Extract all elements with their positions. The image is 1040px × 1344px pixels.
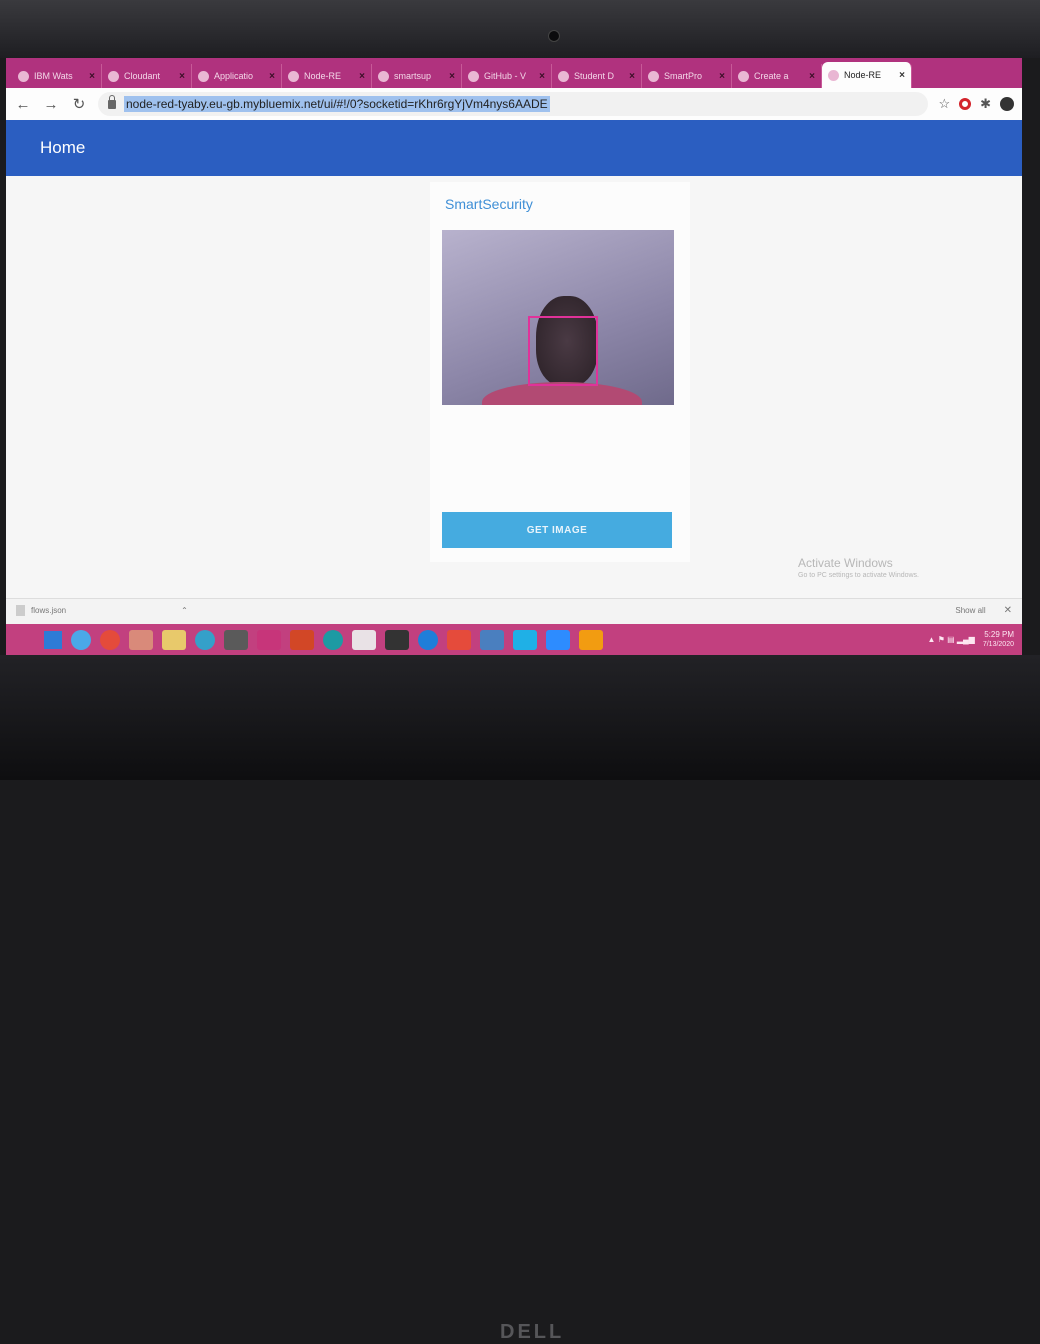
tab-label: Node-RE	[844, 70, 882, 80]
tab-close-icon[interactable]: ×	[899, 70, 905, 81]
app-icon[interactable]	[129, 629, 153, 650]
tab-label: Cloudant	[124, 71, 161, 81]
browser-toolbar: ← → ↻ node-red-tyaby.eu-gb.mybluemix.net…	[6, 88, 1022, 120]
lock-icon	[108, 94, 116, 109]
face-detection-box	[528, 316, 598, 386]
browser-tab[interactable]: Create a ×	[732, 64, 822, 88]
tab-close-icon[interactable]: ×	[269, 71, 275, 82]
watermark-subtitle: Go to PC settings to activate Windows.	[798, 572, 919, 579]
tab-close-icon[interactable]: ×	[809, 71, 815, 82]
slack-icon[interactable]	[352, 629, 376, 650]
dashboard-header: Home	[6, 120, 1022, 176]
system-tray: ▲ ⚑ ▤ ▂▄▆ 5:29 PM 7/13/2020	[928, 630, 1022, 650]
skype-icon[interactable]	[513, 629, 537, 650]
tab-close-icon[interactable]: ×	[359, 71, 365, 82]
browser-tab-active[interactable]: Node-RE ×	[822, 62, 912, 88]
laptop-screen: IBM Wats × Cloudant × Applicatio × Node-…	[6, 58, 1022, 655]
toolbar-extensions: ☆ ✱	[938, 96, 1014, 112]
chat-icon[interactable]	[195, 629, 215, 650]
browser-tab[interactable]: Cloudant ×	[102, 64, 192, 88]
tab-close-icon[interactable]: ×	[179, 71, 185, 82]
reload-icon[interactable]: ↻	[70, 95, 88, 113]
python-icon[interactable]	[480, 629, 504, 650]
tab-close-icon[interactable]: ×	[629, 71, 635, 82]
media-icon[interactable]	[257, 629, 281, 650]
arduino-icon[interactable]	[323, 629, 343, 650]
tab-close-icon[interactable]: ×	[719, 71, 725, 82]
browser-tab[interactable]: smartsup ×	[372, 64, 462, 88]
tab-label: Create a	[754, 71, 789, 81]
back-arrow-icon[interactable]: ←	[14, 95, 32, 113]
node-red-icon	[828, 69, 839, 81]
browser-tab[interactable]: GitHub - V ×	[462, 64, 552, 88]
show-all-link[interactable]: Show all	[955, 606, 985, 615]
github-icon	[468, 70, 479, 82]
tab-label: smartsup	[394, 71, 432, 81]
download-filename[interactable]: flows.json	[31, 606, 66, 615]
page-title: Home	[40, 138, 86, 157]
internet-explorer-icon[interactable]	[71, 629, 91, 650]
google-drive-icon	[378, 70, 389, 82]
forward-arrow-icon[interactable]: →	[42, 95, 60, 113]
powerpoint-icon[interactable]	[290, 629, 314, 650]
url-text[interactable]: node-red-tyaby.eu-gb.mybluemix.net/ui/#!…	[124, 96, 550, 112]
group-title: SmartSecurity	[445, 196, 533, 212]
node-red-icon	[288, 70, 299, 82]
tab-close-icon[interactable]: ×	[89, 71, 95, 82]
browser-tab[interactable]: IBM Wats ×	[12, 64, 102, 88]
photos-icon[interactable]	[385, 629, 409, 650]
clock-time: 5:29 PM	[984, 629, 1014, 639]
windows-taskbar: ▲ ⚑ ▤ ▂▄▆ 5:29 PM 7/13/2020	[6, 624, 1022, 655]
gmail-icon	[648, 70, 659, 82]
browser-tab[interactable]: Node-RE ×	[282, 64, 372, 88]
laptop-bezel-top	[0, 0, 1040, 58]
tab-label: Applicatio	[214, 71, 254, 81]
globe-icon	[558, 70, 569, 82]
file-explorer-icon[interactable]	[162, 629, 186, 650]
file-icon	[16, 605, 25, 616]
tab-close-icon[interactable]: ×	[449, 71, 455, 82]
smartsecurity-group: SmartSecurity GET IMAGE	[430, 182, 690, 562]
cloudant-icon	[108, 70, 119, 82]
clock-date: 7/13/2020	[982, 640, 1014, 648]
tab-label: GitHub - V	[484, 71, 527, 81]
opera-icon[interactable]	[959, 98, 972, 110]
webcam-lens	[548, 30, 560, 42]
anydesk-icon[interactable]	[447, 629, 471, 650]
calendar-icon[interactable]	[224, 629, 248, 650]
browser-tab[interactable]: Student D ×	[552, 64, 642, 88]
browser-tab[interactable]: Applicatio ×	[192, 64, 282, 88]
laptop-bezel-bottom: DELL	[0, 655, 1040, 1343]
chrome-icon[interactable]	[100, 629, 120, 650]
browser-tab-strip: IBM Wats × Cloudant × Applicatio × Node-…	[6, 58, 1022, 88]
tab-label: Student D	[574, 71, 615, 81]
camera-snapshot	[442, 230, 674, 405]
bookmark-star-icon[interactable]: ☆	[938, 96, 950, 112]
clock[interactable]: 5:29 PM 7/13/2020	[983, 630, 1014, 650]
tab-label: IBM Wats	[34, 71, 73, 81]
tab-label: Node-RE	[304, 71, 342, 81]
application-icon	[198, 70, 209, 82]
tab-label: SmartPro	[664, 71, 703, 81]
vlc-icon[interactable]	[579, 629, 603, 650]
edge-icon[interactable]	[418, 629, 438, 650]
chevron-up-icon[interactable]: ⌃	[181, 606, 188, 615]
tray-icons[interactable]: ▲ ⚑ ▤ ▂▄▆	[928, 635, 975, 644]
dashboard-body: SmartSecurity GET IMAGE	[6, 176, 1022, 620]
download-bar: flows.json ⌃ Show all ✕	[6, 598, 1022, 622]
activate-windows-watermark: Activate Windows Go to PC settings to ac…	[798, 556, 998, 579]
browser-tab[interactable]: SmartPro ×	[642, 64, 732, 88]
close-icon[interactable]: ✕	[1004, 605, 1012, 616]
tab-close-icon[interactable]: ×	[539, 71, 545, 82]
watermark-title: Activate Windows	[798, 556, 893, 570]
github-icon	[738, 70, 749, 82]
extensions-puzzle-icon[interactable]: ✱	[980, 96, 991, 112]
zoom-icon[interactable]	[546, 629, 570, 650]
profile-avatar-icon[interactable]	[1000, 97, 1014, 111]
ibm-watson-icon	[18, 70, 29, 82]
get-image-button[interactable]: GET IMAGE	[442, 512, 672, 548]
windows-start-icon[interactable]	[44, 630, 62, 649]
dell-logo: DELL	[500, 1321, 565, 1343]
address-bar[interactable]: node-red-tyaby.eu-gb.mybluemix.net/ui/#!…	[98, 92, 929, 116]
